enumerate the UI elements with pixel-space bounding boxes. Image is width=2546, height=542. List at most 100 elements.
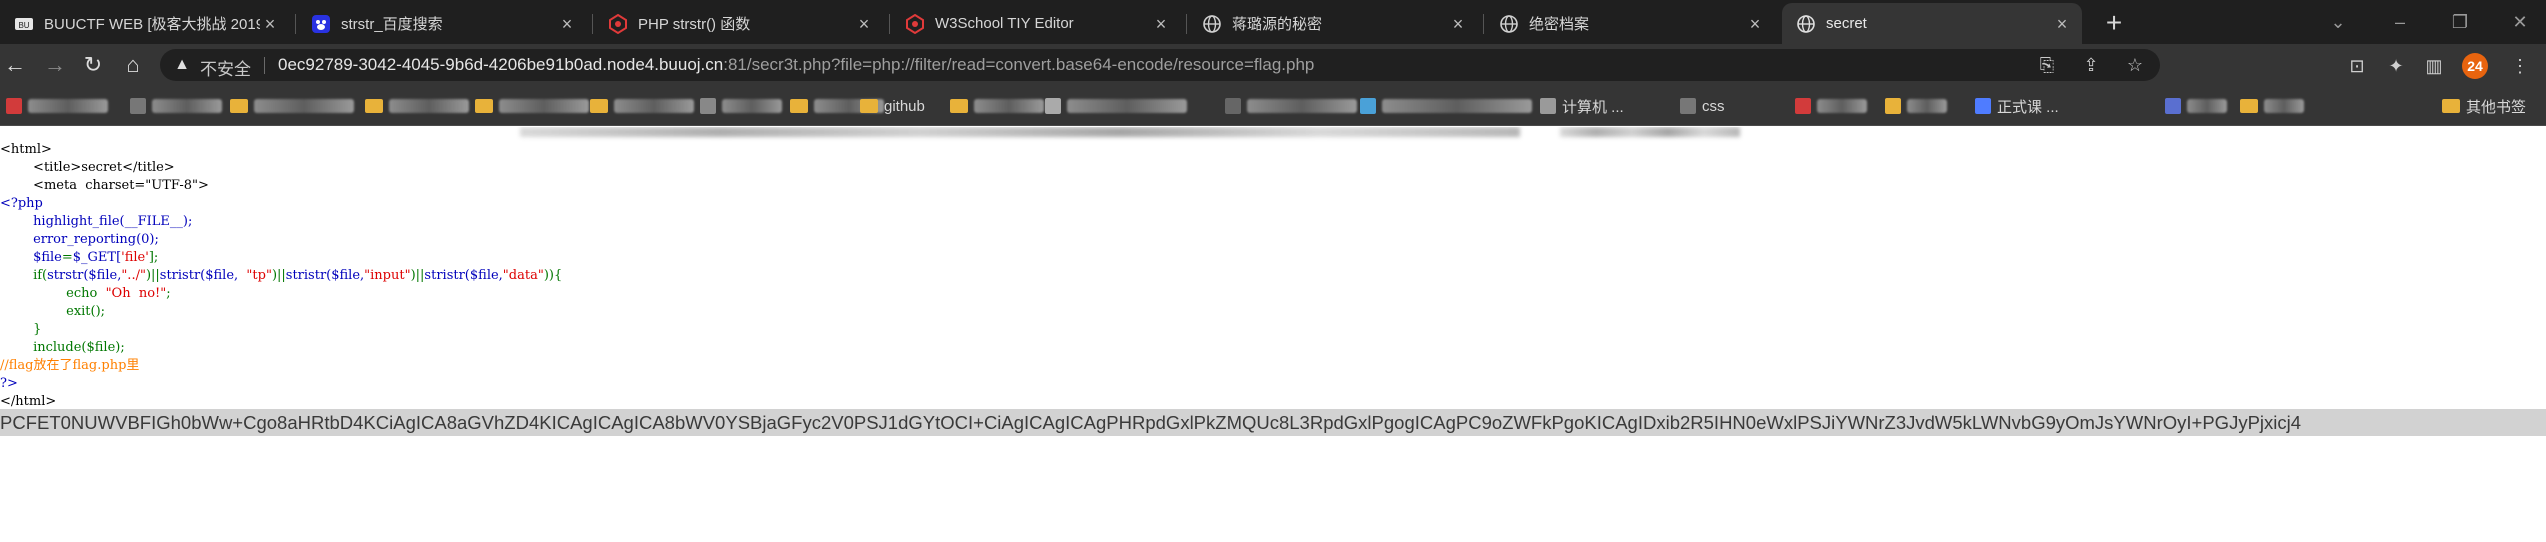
sidebar-icon[interactable]: ▥ — [2422, 54, 2446, 78]
bookmark-item[interactable] — [6, 95, 108, 117]
folder-icon — [2442, 99, 2460, 113]
bookmark-favicon-icon — [1360, 98, 1376, 114]
address-divider — [264, 57, 265, 74]
folder-icon — [590, 99, 608, 113]
bookmark-course[interactable]: 正式课 ... — [1975, 95, 2059, 117]
tab-divider — [1186, 14, 1187, 34]
back-arrow-icon[interactable]: ← — [0, 50, 30, 80]
bookmark-folder[interactable] — [950, 95, 1044, 117]
bookmark-github[interactable]: github — [860, 95, 925, 117]
code-token: strstr($file, — [47, 268, 122, 283]
tab-baidu[interactable]: strstr_百度搜索 × — [297, 3, 587, 44]
address-bar[interactable]: ▲ 不安全 0ec92789-3042-4045-9b6d-4206be91b0… — [160, 49, 2160, 81]
bookmark-folder[interactable] — [2240, 95, 2304, 117]
bookmark-favicon-icon — [1975, 98, 1991, 114]
baidu-paw-icon — [311, 14, 331, 34]
menu-icon[interactable]: ⋮ — [2508, 54, 2532, 78]
code-token: 'file' — [121, 250, 149, 265]
bookmark-item[interactable] — [130, 95, 222, 117]
tab-title: BUUCTF WEB [极客大挑战 2019] — [44, 16, 260, 33]
bookmark-item[interactable] — [1885, 95, 1947, 117]
code-line: <?php — [0, 196, 43, 211]
code-token: echo — [66, 286, 98, 301]
home-icon[interactable]: ⌂ — [118, 50, 148, 80]
new-tab-button[interactable]: + — [2098, 8, 2130, 40]
bookmark-computer[interactable]: 计算机 ... — [1540, 95, 1624, 117]
tab-secret-1[interactable]: 蒋璐源的秘密 × — [1188, 3, 1478, 44]
tab-buuctf[interactable]: BU BUUCTF WEB [极客大挑战 2019] × — [0, 3, 290, 44]
tab-secret-active[interactable]: secret × — [1782, 3, 2082, 44]
code-token: )|| — [271, 268, 286, 283]
close-icon[interactable]: × — [1151, 14, 1171, 34]
reload-icon[interactable]: ↻ — [78, 50, 108, 80]
folder-icon — [790, 99, 808, 113]
extension-icon[interactable]: ⊡ — [2345, 54, 2369, 78]
bookmark-item[interactable] — [1360, 95, 1532, 117]
code-token: stristr($file, — [159, 268, 239, 283]
code-line: <html> — [0, 142, 52, 157]
close-icon[interactable]: × — [2052, 14, 2072, 34]
tab-title: W3School TIY Editor — [935, 15, 1074, 32]
bookmark-item[interactable] — [700, 95, 782, 117]
other-bookmarks[interactable]: 其他书签 — [2442, 95, 2526, 117]
code-line: </html> — [0, 394, 57, 409]
tab-secret-2[interactable]: 绝密档案 × — [1485, 3, 1775, 44]
svg-text:BU: BU — [18, 21, 29, 30]
not-secure-label[interactable]: 不安全 — [200, 55, 251, 80]
w3school-logo-icon — [608, 13, 628, 34]
close-icon[interactable]: × — [557, 14, 577, 34]
tab-title: strstr_百度搜索 — [341, 16, 443, 33]
tab-php-strstr[interactable]: PHP strstr() 函数 × — [594, 3, 884, 44]
obscured-area — [1560, 127, 1740, 137]
code-token: ]; — [148, 250, 159, 265]
bookmark-folder[interactable] — [475, 95, 589, 117]
code-comment: //flag放在了flag.php里 — [0, 358, 140, 373]
bookmark-favicon-icon — [130, 98, 146, 114]
puzzle-icon[interactable]: ✦ — [2384, 54, 2408, 78]
minimize-icon[interactable]: – — [2380, 6, 2420, 38]
restore-icon[interactable]: ❐ — [2440, 6, 2480, 38]
code-token: include($file); — [33, 340, 125, 355]
url-path: :81/secr3t.php?file=php://filter/read=co… — [723, 55, 1315, 74]
tab-title: PHP strstr() 函数 — [638, 16, 751, 33]
bookmark-folder[interactable] — [365, 95, 469, 117]
code-token: stristr($file, — [285, 268, 365, 283]
code-token: error_reporting(0); — [33, 232, 159, 247]
close-icon[interactable]: × — [854, 14, 874, 34]
bookmarks-bar: github 计算机 ... css 正式课 ... 其他书签 — [0, 86, 2546, 126]
code-token: "input" — [364, 268, 411, 283]
bookmark-favicon-icon — [700, 98, 716, 114]
folder-icon — [230, 99, 248, 113]
bookmark-folder[interactable] — [230, 95, 354, 117]
translate-icon[interactable]: ⎘ — [2036, 54, 2058, 76]
highlighted-source: <html> <title>secret</title> <meta chars… — [0, 141, 562, 411]
tab-title: secret — [1826, 15, 1867, 32]
url-text[interactable]: 0ec92789-3042-4045-9b6d-4206be91b0ad.nod… — [278, 55, 1314, 75]
warning-icon[interactable]: ▲ — [172, 55, 192, 75]
w3school-logo-icon — [905, 13, 925, 34]
bookmark-item[interactable] — [2165, 95, 2227, 117]
bookmark-favicon-icon — [1680, 98, 1696, 114]
chevron-down-icon[interactable]: ⌄ — [2318, 6, 2358, 38]
bookmark-item[interactable] — [1045, 95, 1187, 117]
bookmark-folder[interactable] — [590, 95, 694, 117]
bookmark-item[interactable] — [1225, 95, 1357, 117]
forward-arrow-icon[interactable]: → — [40, 50, 70, 80]
bookmark-css[interactable]: css — [1680, 95, 1725, 117]
code-token: )|| — [410, 268, 425, 283]
close-window-icon[interactable]: ✕ — [2500, 6, 2540, 38]
bookmark-star-icon[interactable]: ☆ — [2124, 54, 2146, 76]
base64-output[interactable]: PCFET0NUWVBFIGh0bWw+Cgo8aHRtbD4KCiAgICA8… — [0, 409, 2546, 436]
bookmark-item[interactable] — [1795, 95, 1867, 117]
bookmark-favicon-icon — [1885, 98, 1901, 114]
profile-avatar[interactable]: 24 — [2462, 53, 2488, 79]
folder-icon — [2240, 99, 2258, 113]
obscured-area — [520, 127, 1520, 137]
tab-w3school-tiy[interactable]: W3School TIY Editor × — [891, 3, 1181, 44]
code-token: } — [33, 322, 42, 337]
close-icon[interactable]: × — [260, 14, 280, 34]
bookmark-favicon-icon — [1045, 98, 1061, 114]
close-icon[interactable]: × — [1448, 14, 1468, 34]
close-icon[interactable]: × — [1745, 14, 1765, 34]
share-icon[interactable]: ⇪ — [2080, 54, 2102, 76]
